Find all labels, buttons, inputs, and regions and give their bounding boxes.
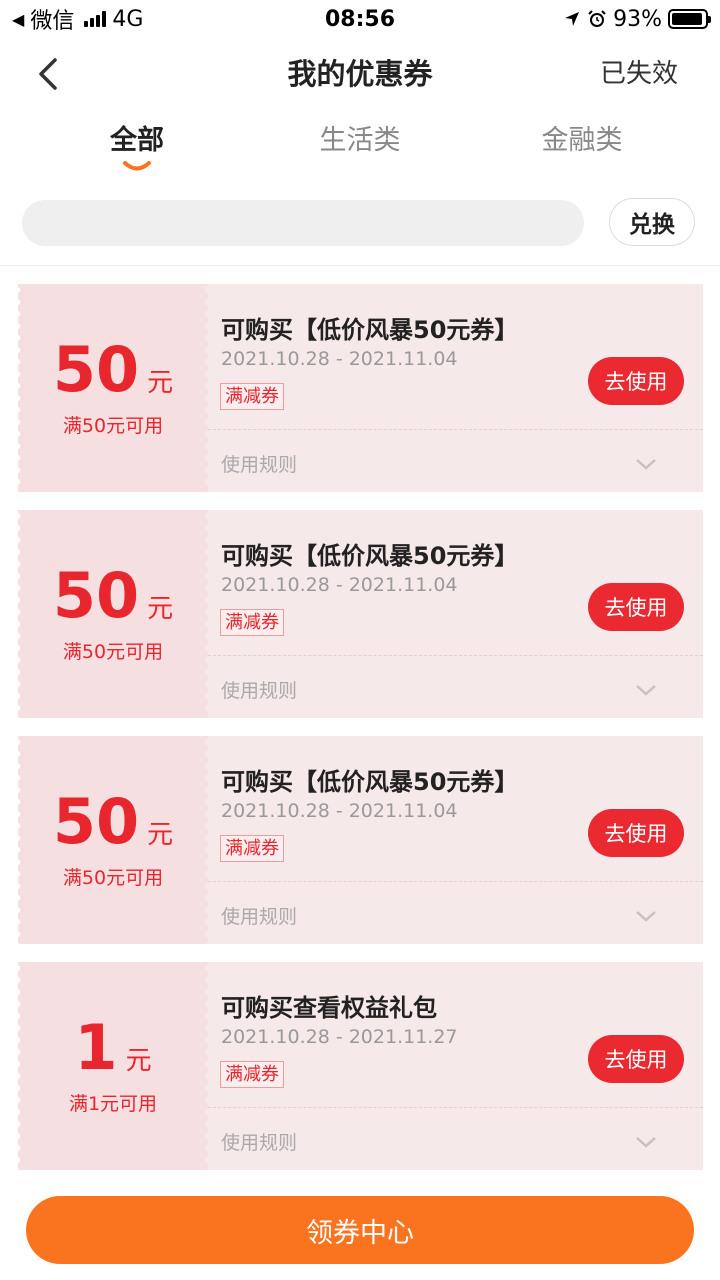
chevron-down-icon[interactable] — [635, 908, 657, 924]
coupon-amount: 50 — [52, 558, 140, 632]
use-coupon-button[interactable]: 去使用 — [588, 357, 684, 405]
chevron-down-icon[interactable] — [635, 456, 657, 472]
back-button[interactable] — [26, 52, 70, 96]
coupon-card: 50 元 满50元可用 可购买【低价风暴50元券】 2021.10.28 - 2… — [17, 284, 703, 492]
use-coupon-button[interactable]: 去使用 — [588, 809, 684, 857]
tab-active-indicator — [123, 161, 151, 171]
coupon-unit: 元 — [147, 367, 174, 398]
status-right: 93% — [563, 6, 711, 32]
coupon-name: 可购买【低价风暴50元券】 — [221, 542, 519, 570]
coupon-threshold: 满50元可用 — [62, 866, 164, 889]
coupon-amount: 50 — [52, 784, 140, 858]
coupon-name: 可购买【低价风暴50元券】 — [221, 316, 519, 344]
use-coupon-button[interactable]: 去使用 — [588, 583, 684, 631]
coupon-unit: 元 — [147, 819, 174, 850]
back-to-app-icon: ◀ — [12, 9, 25, 29]
rules-divider — [208, 881, 703, 882]
signal-icon — [84, 11, 107, 27]
section-divider — [0, 265, 720, 266]
coupon-amount-line: 1 元 — [74, 1010, 152, 1084]
usage-rules-toggle[interactable]: 使用规则 — [221, 676, 297, 703]
coupon-validity: 2021.10.28 - 2021.11.04 — [221, 348, 458, 370]
network-label: 4G — [112, 6, 144, 32]
tab-label: 金融类 — [541, 125, 623, 156]
coupon-value-panel: 50 元 满50元可用 — [17, 736, 211, 944]
coupon-type-tag: 满减券 — [220, 1061, 284, 1088]
tab-label: 全部 — [110, 125, 164, 156]
coupon-unit: 元 — [125, 1045, 152, 1076]
battery-percent: 93% — [613, 6, 662, 32]
usage-rules-toggle[interactable]: 使用规则 — [221, 1128, 297, 1155]
usage-rules-toggle[interactable]: 使用规则 — [221, 902, 297, 929]
coupon-amount-line: 50 元 — [52, 558, 174, 632]
chevron-down-icon[interactable] — [635, 682, 657, 698]
coupon-value-panel: 1 元 满1元可用 — [17, 962, 211, 1170]
tab-life[interactable]: 生活类 — [306, 118, 414, 182]
coupon-type-tag: 满减券 — [220, 609, 284, 636]
coupon-threshold: 满1元可用 — [68, 1092, 158, 1115]
category-tabs: 全部 生活类 金融类 — [0, 118, 720, 182]
coupon-amount: 50 — [52, 332, 140, 406]
coupon-card: 50 元 满50元可用 可购买【低价风暴50元券】 2021.10.28 - 2… — [17, 510, 703, 718]
tab-finance[interactable]: 金融类 — [528, 118, 636, 182]
use-coupon-button[interactable]: 去使用 — [588, 1035, 684, 1083]
coupon-value-panel: 50 元 满50元可用 — [17, 284, 211, 492]
alarm-icon — [588, 10, 606, 27]
coupon-validity: 2021.10.28 - 2021.11.04 — [221, 574, 458, 596]
rules-divider — [208, 655, 703, 656]
redeem-button[interactable]: 兑换 — [609, 198, 695, 246]
status-bar: ◀ 微信 4G 08:56 93% — [0, 0, 720, 38]
coupon-name: 可购买【低价风暴50元券】 — [221, 768, 519, 796]
battery-icon — [668, 9, 711, 29]
coupon-card: 1 元 满1元可用 可购买查看权益礼包 2021.10.28 - 2021.11… — [17, 962, 703, 1170]
status-left: ◀ 微信 4G — [12, 3, 143, 35]
coupon-value-panel: 50 元 满50元可用 — [17, 510, 211, 718]
usage-rules-toggle[interactable]: 使用规则 — [221, 450, 297, 477]
coupon-amount: 1 — [74, 1010, 118, 1084]
tab-all[interactable]: 全部 — [96, 118, 178, 182]
tab-label: 生活类 — [319, 125, 401, 156]
coupon-unit: 元 — [147, 593, 174, 624]
coupon-card: 50 元 满50元可用 可购买【低价风暴50元券】 2021.10.28 - 2… — [17, 736, 703, 944]
coupon-type-tag: 满减券 — [220, 835, 284, 862]
coupon-validity: 2021.10.28 - 2021.11.04 — [221, 800, 458, 822]
coupon-amount-line: 50 元 — [52, 784, 174, 858]
nav-bar: 我的优惠券 已失效 — [0, 38, 720, 110]
coupon-center-button[interactable]: 领券中心 — [26, 1196, 694, 1264]
coupon-threshold: 满50元可用 — [62, 640, 164, 663]
rules-divider — [208, 1107, 703, 1108]
location-arrow-icon — [565, 12, 580, 26]
coupon-validity: 2021.10.28 - 2021.11.27 — [221, 1026, 458, 1048]
chevron-down-icon[interactable] — [635, 1134, 657, 1150]
coupon-amount-line: 50 元 — [52, 332, 174, 406]
expired-coupons-link[interactable]: 已失效 — [600, 38, 678, 110]
rules-divider — [208, 429, 703, 430]
bottom-bar: 领券中心 — [0, 1182, 720, 1280]
coupon-name: 可购买查看权益礼包 — [221, 994, 437, 1022]
carrier-label: 微信 — [30, 9, 75, 34]
coupon-type-tag: 满减券 — [220, 383, 284, 410]
back-arrow-icon — [39, 58, 57, 90]
coupon-threshold: 满50元可用 — [62, 414, 164, 437]
redeem-code-input[interactable] — [22, 200, 584, 246]
redeem-row: 兑换 — [0, 196, 720, 252]
